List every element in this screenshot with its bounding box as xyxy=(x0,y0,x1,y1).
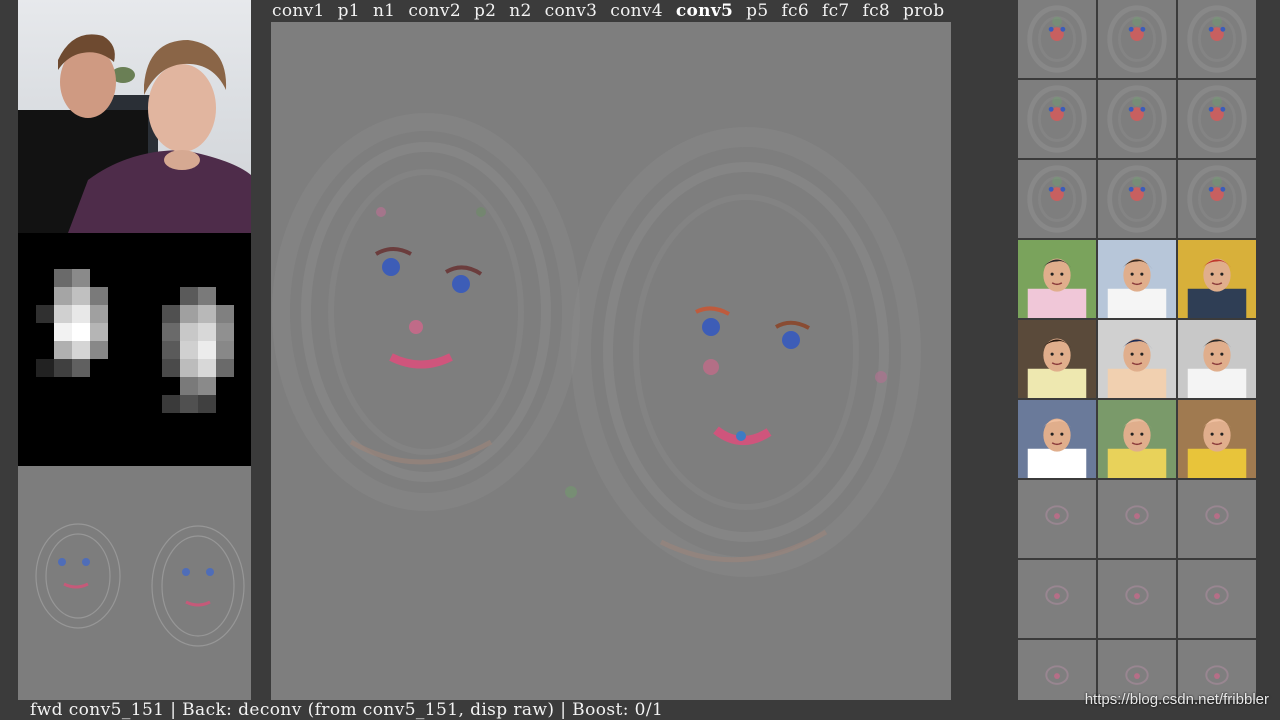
input-deconv-panel xyxy=(18,466,251,700)
top-unit-grid xyxy=(1018,0,1258,720)
face-photo-thumbnail xyxy=(1098,240,1176,318)
unit-deconv-patch xyxy=(1018,480,1098,560)
webcam-people-photo xyxy=(18,34,251,233)
face-deconv-thumbnail xyxy=(1178,160,1256,238)
unit-deconv-patch xyxy=(1178,0,1258,80)
face-photo-thumbnail xyxy=(1018,400,1096,478)
unit-deconv-patch xyxy=(1098,0,1178,80)
layer-tab-conv4[interactable]: conv4 xyxy=(610,0,663,22)
unit-deconv-patch xyxy=(1178,80,1258,160)
top-image-patch xyxy=(1098,400,1178,480)
face-deconv-thumbnail xyxy=(1098,480,1176,558)
unit-deconv-patch xyxy=(1018,0,1098,80)
face-photo-thumbnail xyxy=(1018,320,1096,398)
top-image-patch xyxy=(1018,400,1098,480)
face-photo-thumbnail xyxy=(1018,240,1096,318)
unit-deconv-patch xyxy=(1018,80,1098,160)
layer-tab-p2[interactable]: p2 xyxy=(474,0,496,22)
face-photo-thumbnail xyxy=(1098,400,1176,478)
unit-deconv-patch xyxy=(1098,480,1178,560)
top-image-patch xyxy=(1178,400,1258,480)
layer-tab-conv3[interactable]: conv3 xyxy=(545,0,598,22)
face-deconv-thumbnail xyxy=(1018,80,1096,158)
layer-tab-p5[interactable]: p5 xyxy=(746,0,768,22)
layer-tab-n2[interactable]: n2 xyxy=(509,0,531,22)
status-text: fwd conv5_151 | Back: deconv (from conv5… xyxy=(30,700,664,720)
face-deconv-thumbnail xyxy=(1018,0,1096,78)
face-photo-thumbnail xyxy=(1098,320,1176,398)
main-deconv-visualization xyxy=(271,22,951,700)
face-deconv-thumbnail xyxy=(1018,560,1096,638)
face-deconv-thumbnail xyxy=(1178,0,1256,78)
face-deconv-thumbnail xyxy=(1098,160,1176,238)
unit-deconv-patch xyxy=(1178,480,1258,560)
face-deconv-thumbnail xyxy=(1178,480,1256,558)
top-image-patch xyxy=(1178,240,1258,320)
layer-tab-fc8[interactable]: fc8 xyxy=(863,0,891,22)
unit-deconv-patch xyxy=(1178,560,1258,640)
deconv-small-faces xyxy=(18,466,251,700)
face-deconv-thumbnail xyxy=(1018,480,1096,558)
deconv-faces-large xyxy=(271,22,951,700)
layer-tab-prob[interactable]: prob xyxy=(903,0,944,22)
top-image-patch xyxy=(1098,240,1178,320)
watermark-text: https://blog.csdn.net/fribbler xyxy=(1084,691,1269,708)
unit-deconv-patch xyxy=(1098,560,1178,640)
layer-tab-bar: conv1 p1 n1 conv2 p2 n2 conv3 conv4 conv5 p5 fc6 fc… xyxy=(272,0,1017,22)
layer-tab-conv2[interactable]: conv2 xyxy=(408,0,461,22)
unit-deconv-patch xyxy=(1018,560,1098,640)
layer-tab-fc6[interactable]: fc6 xyxy=(781,0,809,22)
activation-map-panel xyxy=(18,233,251,466)
face-deconv-thumbnail xyxy=(1178,80,1256,158)
unit-deconv-patch xyxy=(1098,160,1178,240)
activation-heatmap xyxy=(18,233,251,466)
face-deconv-thumbnail xyxy=(1178,560,1256,638)
face-photo-thumbnail xyxy=(1178,240,1256,318)
unit-deconv-patch xyxy=(1178,160,1258,240)
unit-deconv-patch xyxy=(1018,160,1098,240)
top-image-patch xyxy=(1018,240,1098,320)
top-image-patch xyxy=(1178,320,1258,400)
webcam-input-image xyxy=(18,0,251,233)
unit-deconv-patch xyxy=(1098,80,1178,160)
top-image-patch xyxy=(1018,320,1098,400)
layer-tab-fc7[interactable]: fc7 xyxy=(822,0,850,22)
face-photo-thumbnail xyxy=(1178,320,1256,398)
layer-tab-n1[interactable]: n1 xyxy=(373,0,395,22)
face-deconv-thumbnail xyxy=(1098,0,1176,78)
top-image-patch xyxy=(1098,320,1178,400)
layer-tab-conv5[interactable]: conv5 xyxy=(676,0,733,22)
layer-tab-conv1[interactable]: conv1 xyxy=(272,0,325,22)
face-deconv-thumbnail xyxy=(1098,560,1176,638)
layer-tab-p1[interactable]: p1 xyxy=(338,0,360,22)
face-photo-thumbnail xyxy=(1178,400,1256,478)
face-deconv-thumbnail xyxy=(1098,80,1176,158)
face-deconv-thumbnail xyxy=(1018,160,1096,238)
